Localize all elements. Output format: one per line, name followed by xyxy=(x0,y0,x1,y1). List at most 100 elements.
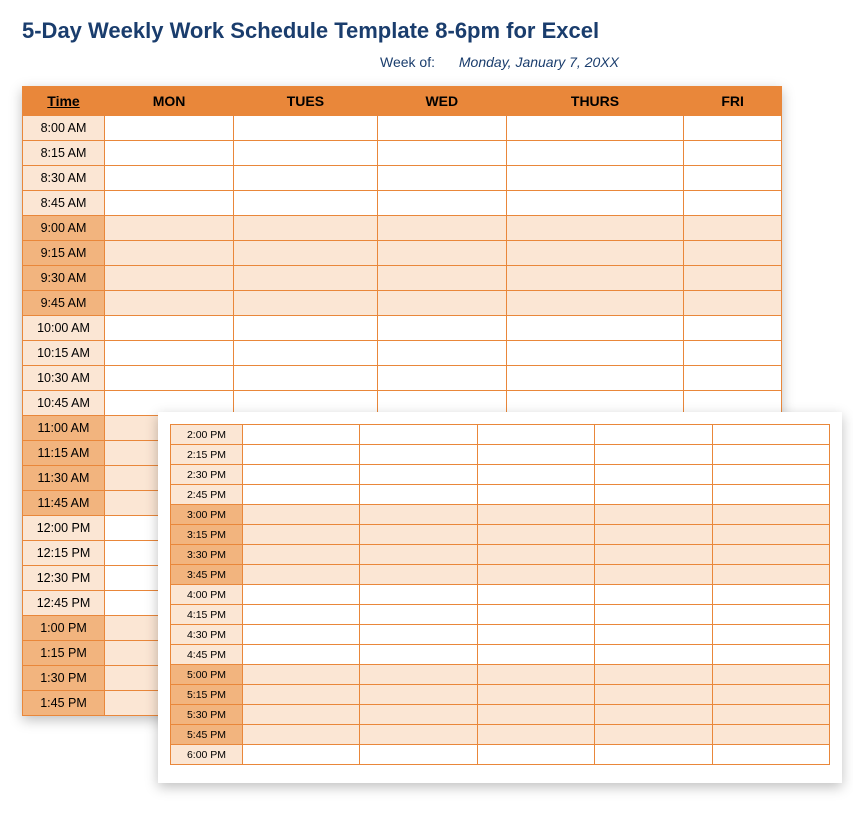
schedule-cell[interactable] xyxy=(360,625,477,645)
schedule-cell[interactable] xyxy=(712,565,829,585)
schedule-cell[interactable] xyxy=(377,241,506,266)
schedule-cell[interactable] xyxy=(506,191,683,216)
schedule-cell[interactable] xyxy=(506,141,683,166)
schedule-cell[interactable] xyxy=(243,445,360,465)
schedule-cell[interactable] xyxy=(477,425,594,445)
schedule-cell[interactable] xyxy=(477,605,594,625)
schedule-cell[interactable] xyxy=(360,465,477,485)
schedule-cell[interactable] xyxy=(712,525,829,545)
schedule-cell[interactable] xyxy=(712,625,829,645)
schedule-cell[interactable] xyxy=(243,465,360,485)
schedule-cell[interactable] xyxy=(477,705,594,725)
schedule-cell[interactable] xyxy=(595,625,712,645)
schedule-cell[interactable] xyxy=(595,485,712,505)
schedule-cell[interactable] xyxy=(234,116,378,141)
schedule-cell[interactable] xyxy=(105,216,234,241)
schedule-cell[interactable] xyxy=(595,525,712,545)
schedule-cell[interactable] xyxy=(595,425,712,445)
schedule-cell[interactable] xyxy=(377,366,506,391)
schedule-cell[interactable] xyxy=(477,485,594,505)
schedule-cell[interactable] xyxy=(712,465,829,485)
schedule-cell[interactable] xyxy=(360,585,477,605)
schedule-cell[interactable] xyxy=(477,625,594,645)
schedule-cell[interactable] xyxy=(105,141,234,166)
schedule-cell[interactable] xyxy=(360,445,477,465)
schedule-cell[interactable] xyxy=(360,685,477,705)
schedule-cell[interactable] xyxy=(105,341,234,366)
schedule-cell[interactable] xyxy=(360,665,477,685)
schedule-cell[interactable] xyxy=(712,665,829,685)
schedule-cell[interactable] xyxy=(712,605,829,625)
schedule-cell[interactable] xyxy=(506,116,683,141)
schedule-cell[interactable] xyxy=(360,505,477,525)
schedule-cell[interactable] xyxy=(243,745,360,765)
schedule-cell[interactable] xyxy=(477,505,594,525)
schedule-cell[interactable] xyxy=(595,645,712,665)
schedule-cell[interactable] xyxy=(377,191,506,216)
schedule-cell[interactable] xyxy=(360,485,477,505)
schedule-cell[interactable] xyxy=(712,425,829,445)
schedule-cell[interactable] xyxy=(477,745,594,765)
schedule-cell[interactable] xyxy=(105,366,234,391)
schedule-cell[interactable] xyxy=(477,685,594,705)
schedule-cell[interactable] xyxy=(477,725,594,745)
schedule-cell[interactable] xyxy=(243,505,360,525)
schedule-cell[interactable] xyxy=(506,291,683,316)
schedule-cell[interactable] xyxy=(684,191,782,216)
schedule-cell[interactable] xyxy=(712,725,829,745)
schedule-cell[interactable] xyxy=(712,745,829,765)
schedule-cell[interactable] xyxy=(684,316,782,341)
schedule-cell[interactable] xyxy=(595,605,712,625)
schedule-cell[interactable] xyxy=(595,705,712,725)
schedule-cell[interactable] xyxy=(712,685,829,705)
schedule-cell[interactable] xyxy=(243,705,360,725)
schedule-cell[interactable] xyxy=(684,241,782,266)
schedule-cell[interactable] xyxy=(243,645,360,665)
schedule-cell[interactable] xyxy=(477,525,594,545)
schedule-cell[interactable] xyxy=(243,685,360,705)
schedule-cell[interactable] xyxy=(105,116,234,141)
schedule-cell[interactable] xyxy=(595,665,712,685)
schedule-cell[interactable] xyxy=(243,485,360,505)
schedule-cell[interactable] xyxy=(595,445,712,465)
schedule-cell[interactable] xyxy=(105,166,234,191)
schedule-cell[interactable] xyxy=(360,545,477,565)
schedule-cell[interactable] xyxy=(243,625,360,645)
schedule-cell[interactable] xyxy=(712,505,829,525)
schedule-cell[interactable] xyxy=(105,291,234,316)
schedule-cell[interactable] xyxy=(360,525,477,545)
schedule-cell[interactable] xyxy=(506,316,683,341)
schedule-cell[interactable] xyxy=(377,166,506,191)
schedule-cell[interactable] xyxy=(360,425,477,445)
schedule-cell[interactable] xyxy=(377,316,506,341)
schedule-cell[interactable] xyxy=(234,191,378,216)
schedule-cell[interactable] xyxy=(477,585,594,605)
schedule-cell[interactable] xyxy=(595,505,712,525)
schedule-cell[interactable] xyxy=(477,565,594,585)
schedule-cell[interactable] xyxy=(377,291,506,316)
schedule-cell[interactable] xyxy=(595,745,712,765)
schedule-cell[interactable] xyxy=(477,645,594,665)
schedule-cell[interactable] xyxy=(360,645,477,665)
schedule-cell[interactable] xyxy=(595,565,712,585)
schedule-cell[interactable] xyxy=(595,585,712,605)
schedule-cell[interactable] xyxy=(360,605,477,625)
schedule-cell[interactable] xyxy=(595,685,712,705)
schedule-cell[interactable] xyxy=(243,665,360,685)
schedule-cell[interactable] xyxy=(360,705,477,725)
schedule-cell[interactable] xyxy=(234,166,378,191)
schedule-cell[interactable] xyxy=(360,565,477,585)
schedule-cell[interactable] xyxy=(234,216,378,241)
schedule-cell[interactable] xyxy=(105,316,234,341)
schedule-cell[interactable] xyxy=(234,241,378,266)
schedule-cell[interactable] xyxy=(712,585,829,605)
schedule-cell[interactable] xyxy=(712,645,829,665)
schedule-cell[interactable] xyxy=(243,425,360,445)
schedule-cell[interactable] xyxy=(234,141,378,166)
schedule-cell[interactable] xyxy=(595,465,712,485)
schedule-cell[interactable] xyxy=(712,545,829,565)
schedule-cell[interactable] xyxy=(243,725,360,745)
schedule-cell[interactable] xyxy=(377,116,506,141)
schedule-cell[interactable] xyxy=(477,465,594,485)
schedule-cell[interactable] xyxy=(712,445,829,465)
